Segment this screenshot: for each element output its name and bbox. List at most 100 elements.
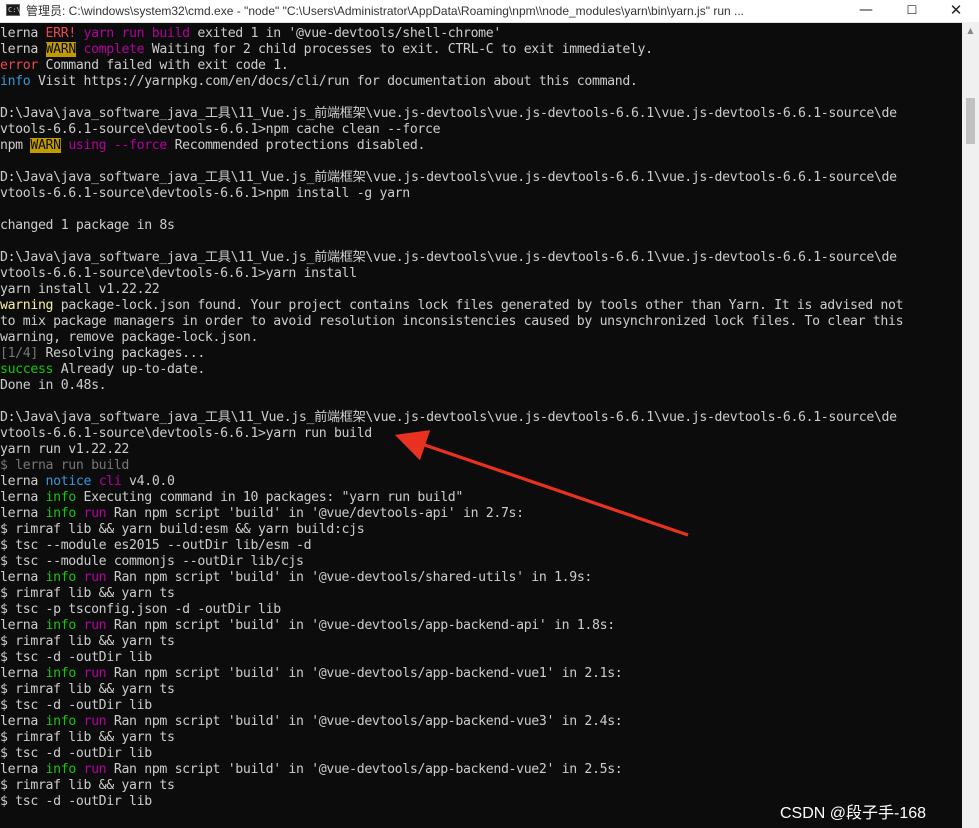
console-line: yarn run v1.22.22 xyxy=(0,442,962,458)
console-text: lerna xyxy=(0,490,46,505)
console-line: $ tsc --module es2015 --outDir lib/esm -… xyxy=(0,538,962,554)
vertical-scrollbar[interactable]: ▲ xyxy=(962,22,979,828)
console-text: info xyxy=(45,506,77,521)
console-text: package-lock.json found. Your project co… xyxy=(53,298,904,313)
console-text: error xyxy=(0,58,38,73)
console-line: warning, remove package-lock.json. xyxy=(0,330,962,346)
console-text: info xyxy=(45,618,77,633)
console-line: Done in 0.48s. xyxy=(0,378,962,394)
console-text: $ tsc -d -outDir lib xyxy=(0,746,152,761)
console-line: info Visit https://yarnpkg.com/en/docs/c… xyxy=(0,74,962,90)
console-line: lerna WARN complete Waiting for 2 child … xyxy=(0,42,962,58)
console-text: to mix package managers in order to avoi… xyxy=(0,314,904,329)
console-text: info xyxy=(0,74,31,89)
console-text: lerna xyxy=(0,42,46,57)
console-text: Done in 0.48s. xyxy=(0,378,107,393)
console-text: info xyxy=(45,714,77,729)
console-line: $ tsc -d -outDir lib xyxy=(0,698,962,714)
console-text: yarn install v1.22.22 xyxy=(0,282,160,297)
console-line: $ tsc -d -outDir lib xyxy=(0,746,962,762)
console-text: $ rimraf lib && yarn build:esm && yarn b… xyxy=(0,522,365,537)
console-line: $ tsc --module commonjs --outDir lib/cjs xyxy=(0,554,962,570)
console-text: yarn run build xyxy=(83,26,191,41)
console-text: run xyxy=(83,618,107,633)
console-line: vtools-6.6.1-source\devtools-6.6.1>yarn … xyxy=(0,426,962,442)
console-line: success Already up-to-date. xyxy=(0,362,962,378)
console-text: v4.0.0 xyxy=(121,474,175,489)
console-text: $ rimraf lib && yarn ts xyxy=(0,682,175,697)
console-line: npm WARN using --force Recommended prote… xyxy=(0,138,962,154)
console-text: exited 1 in '@vue-devtools/shell-chrome' xyxy=(189,26,501,41)
console-text: lerna xyxy=(0,714,46,729)
console-text: $ lerna run build xyxy=(0,458,130,473)
console-text: lerna xyxy=(0,762,46,777)
console-text: Executing command in 10 packages: "yarn … xyxy=(75,490,463,505)
scrollbar-thumb[interactable] xyxy=(966,98,975,144)
minimize-button[interactable]: — xyxy=(843,0,889,22)
console-text: lerna xyxy=(0,474,46,489)
console-line: $ lerna run build xyxy=(0,458,962,474)
scroll-up-arrow-icon[interactable]: ▲ xyxy=(962,24,979,38)
console-text: Recommended protections disabled. xyxy=(167,138,426,153)
console-text: Visit https://yarnpkg.com/en/docs/cli/ru… xyxy=(30,74,638,89)
console-line: $ rimraf lib && yarn ts xyxy=(0,634,962,650)
window-title: 管理员: C:\windows\system32\cmd.exe - "node… xyxy=(26,4,744,18)
console-line: $ tsc -p tsconfig.json -d -outDir lib xyxy=(0,602,962,618)
console-text: vtools-6.6.1-source\devtools-6.6.1>npm c… xyxy=(0,122,441,137)
console-line: yarn install v1.22.22 xyxy=(0,282,962,298)
console-line: [1/4] Resolving packages... xyxy=(0,346,962,362)
console-text: lerna xyxy=(0,26,46,41)
console-text: D:\Java\java_software_java_工具\11_Vue.js_… xyxy=(0,170,897,185)
console-line: D:\Java\java_software_java_工具\11_Vue.js_… xyxy=(0,250,962,266)
console-text: lerna xyxy=(0,666,46,681)
console-text: $ tsc -d -outDir lib xyxy=(0,698,152,713)
console-text: ERR! xyxy=(45,26,77,41)
console-line: lerna info Executing command in 10 packa… xyxy=(0,490,962,506)
console-line: lerna ERR! yarn run build exited 1 in '@… xyxy=(0,26,962,42)
console-text: WARN xyxy=(45,42,76,57)
console-text: run xyxy=(83,714,107,729)
console-text: lerna xyxy=(0,618,46,633)
console-line: D:\Java\java_software_java_工具\11_Vue.js_… xyxy=(0,106,962,122)
console-text: lerna xyxy=(0,570,46,585)
console-line: $ tsc -d -outDir lib xyxy=(0,650,962,666)
console-line: lerna info run Ran npm script 'build' in… xyxy=(0,618,962,634)
console-text: Ran npm script 'build' in '@vue-devtools… xyxy=(106,570,593,585)
close-button[interactable]: ✕ xyxy=(933,0,979,22)
console-text: notice xyxy=(45,474,92,489)
window-titlebar[interactable]: C:\ 管理员: C:\windows\system32\cmd.exe - "… xyxy=(0,0,979,23)
console-text: run xyxy=(83,506,107,521)
console-line: changed 1 package in 8s xyxy=(0,218,962,234)
console-text: cli xyxy=(98,474,122,489)
console-line: to mix package managers in order to avoi… xyxy=(0,314,962,330)
console-text: Ran npm script 'build' in '@vue-devtools… xyxy=(106,666,623,681)
console-text: --force xyxy=(113,138,167,153)
console-text: Resolving packages... xyxy=(37,346,206,361)
console-text: vtools-6.6.1-source\devtools-6.6.1>yarn … xyxy=(0,426,372,441)
console-text: run xyxy=(83,666,107,681)
console-line: $ rimraf lib && yarn build:esm && yarn b… xyxy=(0,522,962,538)
console-line: vtools-6.6.1-source\devtools-6.6.1>yarn … xyxy=(0,266,962,282)
console-text: Ran npm script 'build' in '@vue-devtools… xyxy=(106,714,623,729)
console-line: lerna info run Ran npm script 'build' in… xyxy=(0,666,962,682)
console-text: Already up-to-date. xyxy=(53,362,206,377)
console-text: $ tsc --module commonjs --outDir lib/cjs xyxy=(0,554,304,569)
console-text: vtools-6.6.1-source\devtools-6.6.1>yarn … xyxy=(0,266,357,281)
console-text: info xyxy=(45,762,77,777)
console-text: $ tsc -d -outDir lib xyxy=(0,794,152,809)
console-line: $ rimraf lib && yarn ts xyxy=(0,682,962,698)
terminal-output[interactable]: lerna ERR! yarn run build exited 1 in '@… xyxy=(0,26,962,828)
console-text: Command failed with exit code 1. xyxy=(37,58,289,73)
console-text: Ran npm script 'build' in '@vue/devtools… xyxy=(106,506,524,521)
maximize-button[interactable]: ☐ xyxy=(889,0,935,22)
